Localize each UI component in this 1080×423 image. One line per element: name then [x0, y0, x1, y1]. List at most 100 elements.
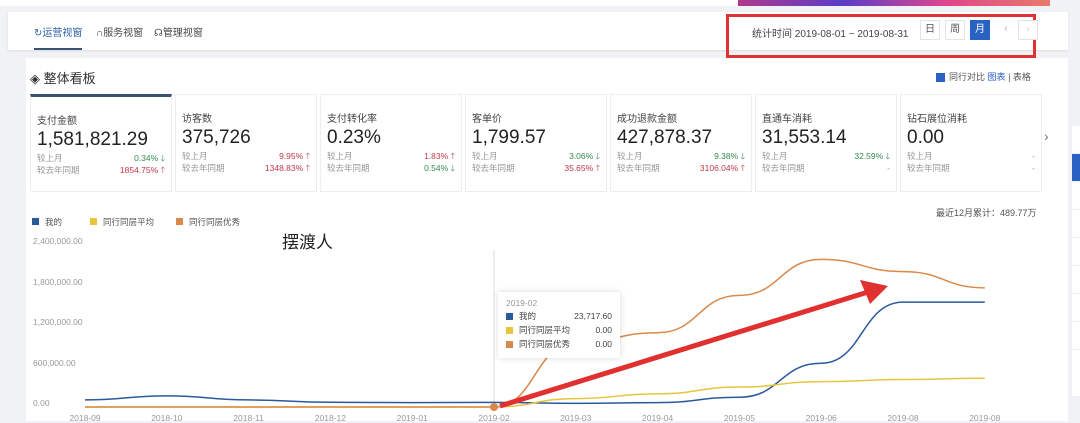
trend-down-icon: 🡓: [593, 151, 600, 161]
metric-label: 钻石展位消耗: [907, 114, 967, 125]
metric-value: 375,726: [182, 127, 251, 148]
metric-value: 0.23%: [327, 127, 381, 148]
side-item[interactable]: [1072, 294, 1080, 322]
period-week-button[interactable]: 周: [945, 20, 965, 40]
yoy-row: 较去年同期 3106.04% 🡑: [617, 163, 745, 173]
metric-value: 31,553.14: [762, 127, 847, 148]
metric-label: 客单价: [472, 114, 502, 125]
mom-row: 较上月 32.59% 🡓: [762, 151, 890, 161]
metric-value: 1,799.57: [472, 127, 546, 148]
x-tick-label: 2019-01: [396, 413, 428, 423]
metric-label: 成功退款金额: [617, 114, 677, 125]
metric-value: 0.00: [907, 127, 944, 148]
tab-operations[interactable]: ↻运营视窗: [34, 24, 83, 50]
metric-card[interactable]: 成功退款金额 427,878.37 较上月 9.38% 🡓 较去年同期 3106.0…: [610, 94, 752, 192]
table-view-link[interactable]: 表格: [1013, 72, 1031, 82]
chart-view-link[interactable]: 图表: [988, 72, 1006, 82]
x-tick-label: 2018-12: [314, 413, 346, 423]
trend-down-icon: 🡓: [738, 151, 745, 161]
metric-value: 1,581,821.29: [37, 129, 148, 150]
period-month-button[interactable]: 月: [970, 20, 990, 40]
yoy-row: 较去年同期 35.65% 🡑: [472, 163, 600, 173]
trend-down-icon: 🡓: [448, 163, 455, 173]
watermark-text: 摆渡人: [282, 233, 333, 253]
legend-excellent[interactable]: 同行同层优秀: [176, 216, 240, 228]
x-tick-label: 2019-02: [478, 413, 510, 423]
side-item[interactable]: [1072, 266, 1080, 294]
tooltip-row: 同行同层优秀 0.00: [506, 338, 612, 350]
compare-controls: 同行对比 图表 | 表格: [936, 70, 1031, 83]
yoy-row: 较去年同期 1854.75% 🡑: [37, 165, 165, 175]
yoy-row: 较去年同期 0.54% 🡓: [327, 163, 455, 173]
mom-row: 较上月 9.95% 🡑: [182, 151, 310, 161]
trend-up-icon: 🡑: [738, 163, 745, 173]
x-tick-label: 2018-09: [69, 413, 101, 423]
metric-label: 支付转化率: [327, 114, 377, 125]
y-tick-label: 2,400,000.00: [33, 236, 83, 246]
trend-down-icon: 🡓: [883, 151, 890, 161]
side-item[interactable]: [1072, 210, 1080, 238]
x-tick-label: 2019-08: [887, 413, 919, 423]
tooltip-row: 我的 23,717.60: [506, 310, 612, 322]
prev-button[interactable]: ‹: [996, 20, 1016, 40]
tab-service[interactable]: ∩服务视窗: [96, 24, 143, 39]
trend-up-icon: 🡑: [158, 165, 165, 175]
trend-up-icon: 🡑: [303, 163, 310, 173]
trend-down-icon: 🡓: [158, 153, 165, 163]
side-panel: [1072, 126, 1080, 396]
metric-label: 访客数: [182, 114, 212, 125]
side-item[interactable]: [1072, 238, 1080, 266]
x-tick-label: 2019-04: [641, 413, 674, 423]
x-tick-label: 2019-06: [805, 413, 837, 423]
date-range[interactable]: 统计时间 2019-08-01 ~ 2019-08-31: [752, 25, 908, 40]
mom-row: 较上月 3.06% 🡓: [472, 151, 600, 161]
metric-card[interactable]: 钻石展位消耗 0.00 较上月 - 较去年同期 -: [900, 94, 1042, 192]
cards-next-icon[interactable]: ›: [1044, 128, 1049, 144]
mom-row: 较上月 0.34% 🡓: [37, 153, 165, 163]
mom-row: 较上月 9.38% 🡓: [617, 151, 745, 161]
metric-card[interactable]: 客单价 1,799.57 较上月 3.06% 🡓 较去年同期 35.65% 🡑: [465, 94, 607, 192]
yoy-row: 较去年同期 -: [762, 163, 890, 173]
total-12-months: 最近12月累计：489.77万: [936, 208, 1037, 218]
x-tick-label: 2018-11: [233, 413, 264, 423]
metric-card[interactable]: 支付金额 1,581,821.29 较上月 0.34% 🡓 较去年同期 1854.7…: [30, 94, 172, 192]
y-tick-label: 1,800,000.00: [33, 276, 83, 287]
chart-tooltip: 2019-02 我的 23,717.60 同行同层平均 0.00 同行同层优秀 0.0…: [498, 292, 620, 358]
side-item[interactable]: [1072, 126, 1080, 154]
panel-title: ◈ 整体看板: [30, 71, 96, 86]
metric-label: 直通车消耗: [762, 114, 812, 125]
user-icon: ☊: [154, 28, 163, 39]
trend-up-icon: 🡑: [448, 151, 455, 161]
metric-label: 支付金额: [37, 116, 77, 127]
mom-row: 较上月 -: [907, 151, 1035, 161]
y-tick-label: 0.00: [33, 398, 50, 408]
layers-icon: ◈: [30, 71, 40, 86]
compare-checkbox[interactable]: [936, 73, 945, 83]
side-item-active[interactable]: [1072, 154, 1080, 182]
trend-up-icon: 🡑: [303, 151, 310, 161]
tab-management[interactable]: ☊管理视窗: [154, 24, 203, 39]
metric-card[interactable]: 直通车消耗 31,553.14 较上月 32.59% 🡓 较去年同期 -: [755, 94, 897, 192]
side-item[interactable]: [1072, 322, 1080, 350]
y-tick-label: 600,000.00: [33, 357, 76, 368]
x-tick-label: 2019-03: [560, 413, 592, 423]
top-strip: [0, 0, 740, 6]
period-day-button[interactable]: 日: [920, 20, 940, 40]
x-tick-label: 2019-05: [723, 413, 755, 423]
y-tick-label: 1,200,000.00: [33, 317, 83, 327]
mom-row: 较上月 1.83% 🡑: [327, 151, 455, 161]
side-item[interactable]: [1072, 182, 1080, 210]
banner-image: [738, 0, 1050, 6]
yoy-row: 较去年同期 1348.83% 🡑: [182, 163, 310, 173]
tooltip-title: 2019-02: [506, 298, 538, 308]
metric-card[interactable]: 支付转化率 0.23% 较上月 1.83% 🡑 较去年同期 0.54% 🡓: [320, 94, 462, 192]
metric-card[interactable]: 访客数 375,726 较上月 9.95% 🡑 较去年同期 1348.83% 🡑: [175, 94, 317, 192]
x-tick-label: 2018-10: [151, 413, 183, 423]
metric-value: 427,878.37: [617, 127, 713, 148]
next-button[interactable]: ›: [1018, 20, 1038, 40]
legend-mine[interactable]: 我的: [32, 216, 62, 228]
tooltip-row: 同行同层平均 0.00: [506, 324, 612, 336]
trend-up-icon: 🡑: [593, 163, 600, 173]
legend-average[interactable]: 同行同层平均: [90, 216, 154, 228]
yoy-row: 较去年同期 -: [907, 163, 1035, 173]
